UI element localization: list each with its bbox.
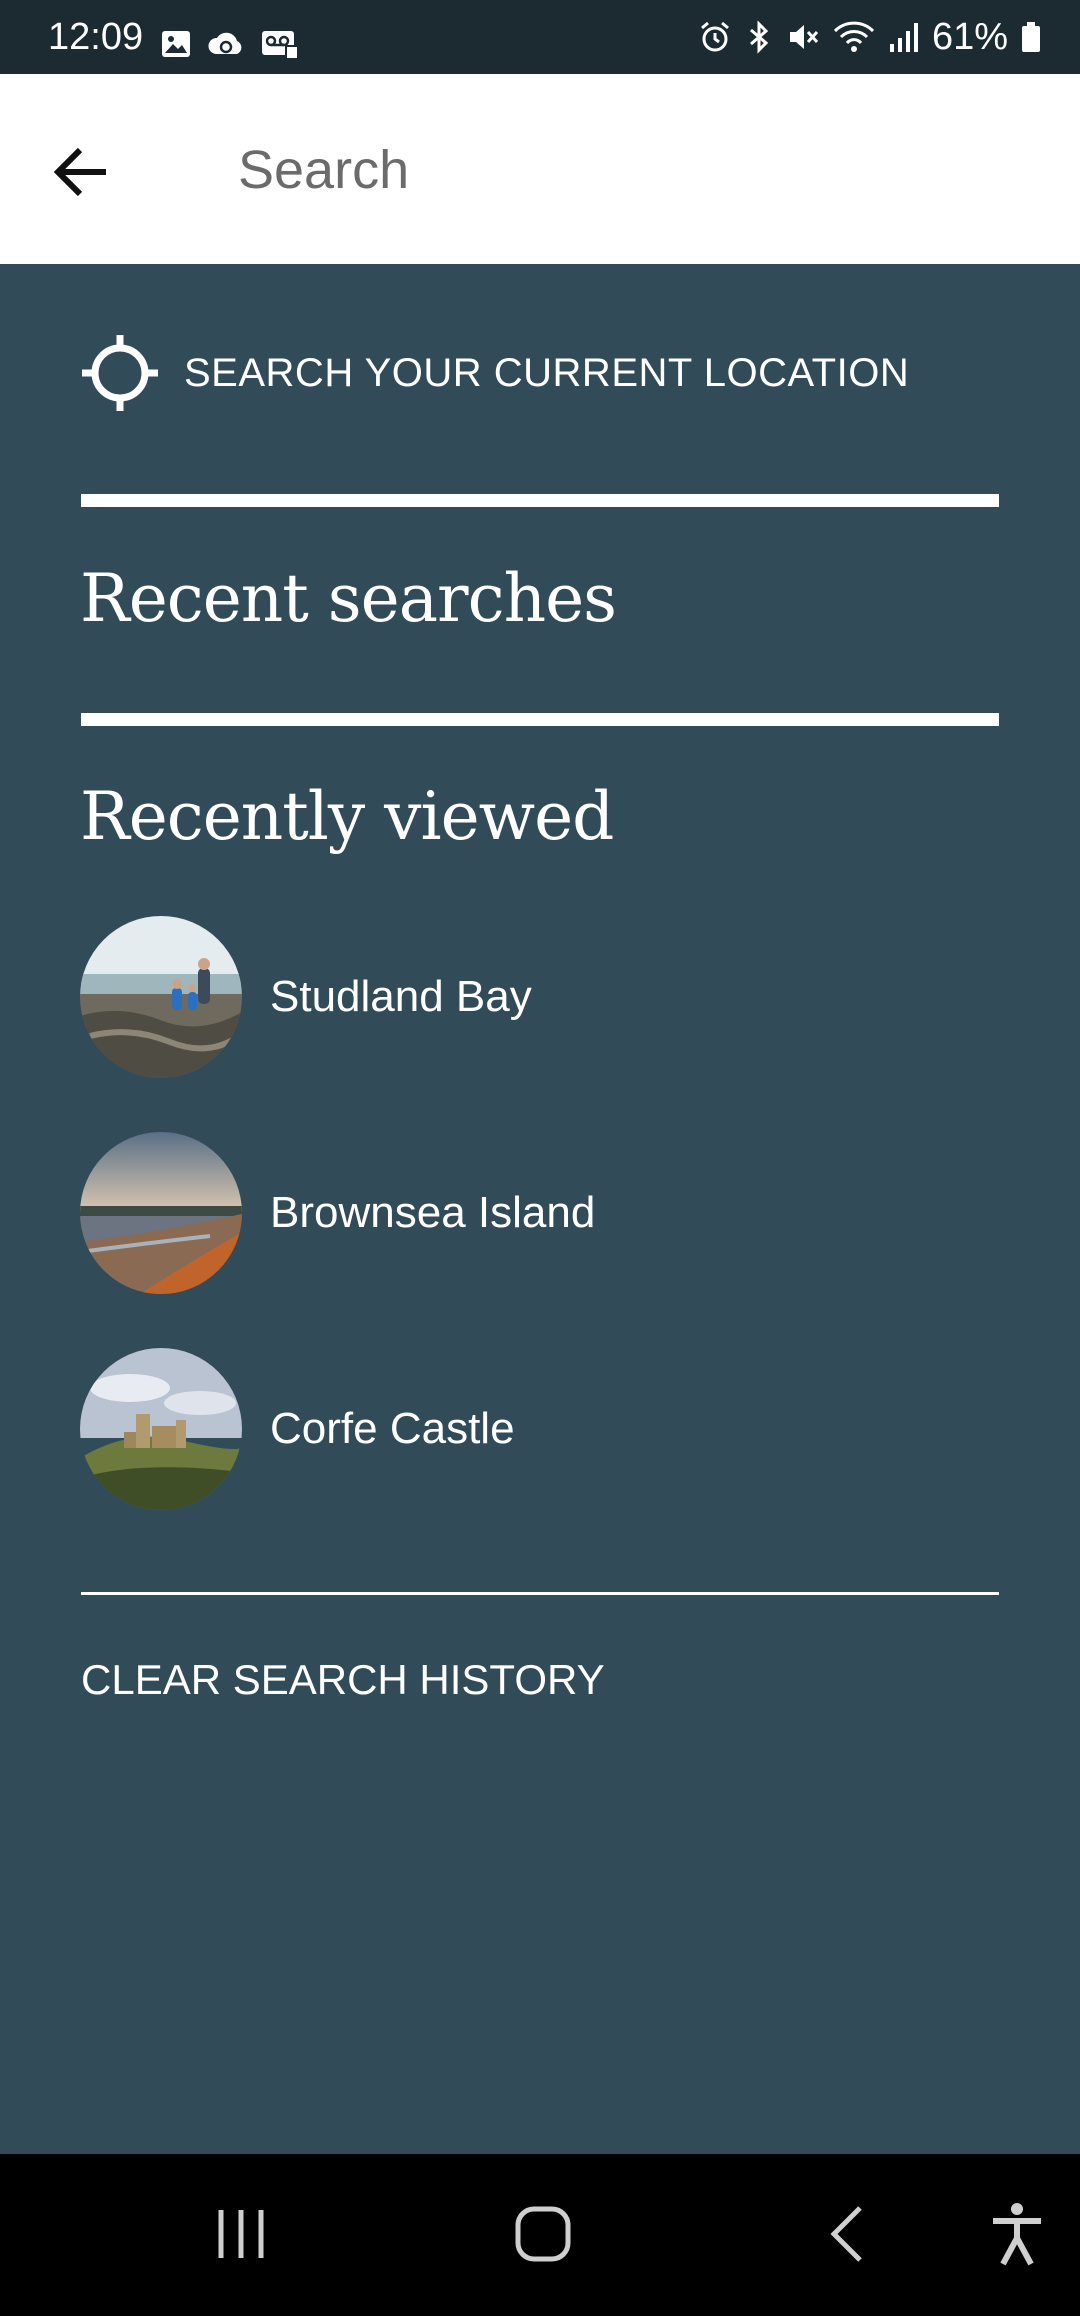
system-navigation-bar	[0, 2154, 1080, 2316]
status-system-icons: 61%	[698, 18, 1042, 56]
bluetooth-icon	[749, 20, 769, 54]
signal-icon	[889, 23, 918, 52]
recent-searches-heading: Recent searches	[80, 560, 617, 637]
corfe-castle-thumbnail	[80, 1348, 242, 1510]
system-back-button[interactable]	[802, 2194, 892, 2274]
wifi-icon	[833, 21, 874, 52]
chevron-left-icon	[830, 2206, 862, 2262]
voicemail-icon	[262, 31, 299, 60]
status-notification-icons	[160, 28, 300, 60]
crosshair-location-icon	[82, 335, 158, 411]
brownsea-island-thumbnail	[80, 1132, 242, 1294]
studland-bay-thumbnail	[80, 916, 242, 1078]
status-time: 12:09	[48, 16, 144, 58]
current-location-label: SEARCH YOUR CURRENT LOCATION	[184, 350, 910, 395]
search-header	[0, 74, 1080, 264]
recent-apps-icon	[218, 2210, 264, 2258]
battery-icon	[1022, 22, 1040, 52]
recent-apps-button[interactable]	[196, 2194, 286, 2274]
recently-viewed-heading: Recently viewed	[80, 778, 614, 855]
accessibility-icon	[993, 2203, 1041, 2266]
search-current-location-button[interactable]: SEARCH YOUR CURRENT LOCATION	[80, 330, 909, 416]
cloud-sync-icon	[208, 32, 242, 54]
mute-icon	[789, 25, 819, 49]
status-bar: 12:09 61%	[0, 0, 1080, 74]
history-divider	[81, 1592, 999, 1595]
home-icon	[515, 2206, 571, 2262]
search-input[interactable]	[238, 130, 1018, 210]
accessibility-button[interactable]	[972, 2194, 1062, 2274]
recently-viewed-item-label: Studland Bay	[270, 972, 532, 1021]
recently-viewed-item-corfe-castle[interactable]: Corfe Castle	[80, 1348, 1000, 1510]
recently-viewed-item-brownsea-island[interactable]: Brownsea Island	[80, 1132, 1000, 1294]
recently-viewed-list: Studland Bay Brownsea Island Corfe Castl…	[80, 916, 1000, 1564]
gallery-icon	[162, 31, 190, 57]
home-button[interactable]	[498, 2194, 588, 2274]
recently-viewed-item-label: Brownsea Island	[270, 1188, 596, 1237]
back-button[interactable]	[44, 134, 120, 210]
recently-viewed-item-studland-bay[interactable]: Studland Bay	[80, 916, 1000, 1078]
battery-percentage: 61%	[931, 16, 1008, 58]
section-divider	[81, 494, 999, 507]
section-divider	[81, 713, 999, 726]
alarm-icon	[700, 21, 729, 52]
arrow-left-icon	[53, 147, 106, 197]
recently-viewed-item-label: Corfe Castle	[270, 1404, 515, 1453]
clear-search-history-button[interactable]: CLEAR SEARCH HISTORY	[81, 1656, 605, 1704]
